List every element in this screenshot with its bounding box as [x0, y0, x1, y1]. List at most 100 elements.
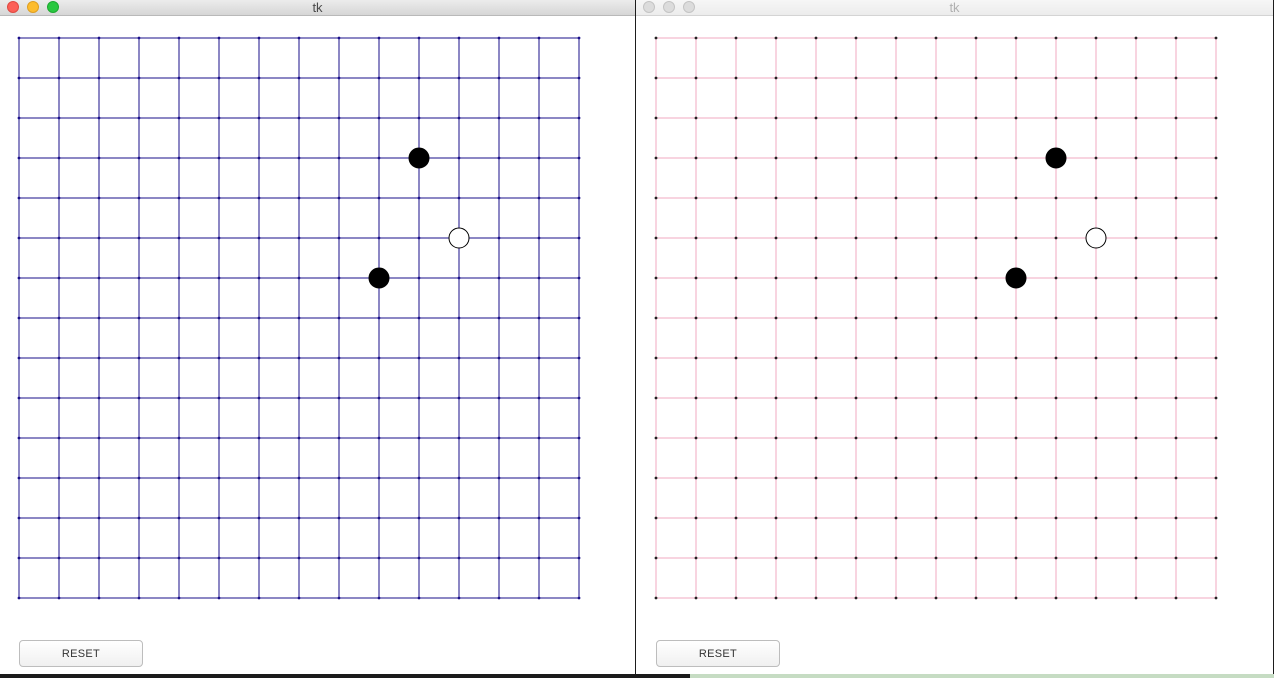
intersection-point[interactable]: [297, 316, 301, 320]
intersection-point[interactable]: [417, 516, 421, 520]
intersection-point[interactable]: [17, 316, 21, 320]
intersection-point[interactable]: [337, 196, 341, 200]
intersection-point[interactable]: [577, 236, 581, 240]
intersection-point[interactable]: [577, 476, 581, 480]
intersection-point[interactable]: [974, 316, 978, 320]
intersection-point[interactable]: [1134, 516, 1138, 520]
intersection-point[interactable]: [257, 116, 261, 120]
intersection-point[interactable]: [934, 476, 938, 480]
intersection-point[interactable]: [1014, 156, 1018, 160]
intersection-point[interactable]: [457, 356, 461, 360]
intersection-point[interactable]: [377, 476, 381, 480]
intersection-point[interactable]: [1134, 116, 1138, 120]
intersection-point[interactable]: [1214, 316, 1218, 320]
intersection-point[interactable]: [457, 396, 461, 400]
intersection-point[interactable]: [894, 196, 898, 200]
intersection-point[interactable]: [457, 76, 461, 80]
intersection-point[interactable]: [1014, 476, 1018, 480]
intersection-point[interactable]: [1174, 396, 1178, 400]
intersection-point[interactable]: [974, 436, 978, 440]
intersection-point[interactable]: [457, 316, 461, 320]
intersection-point[interactable]: [734, 596, 738, 600]
intersection-point[interactable]: [577, 156, 581, 160]
intersection-point[interactable]: [654, 316, 658, 320]
intersection-point[interactable]: [137, 316, 141, 320]
intersection-point[interactable]: [654, 36, 658, 40]
intersection-point[interactable]: [537, 596, 541, 600]
intersection-point[interactable]: [377, 116, 381, 120]
intersection-point[interactable]: [497, 476, 501, 480]
intersection-point[interactable]: [774, 236, 778, 240]
intersection-point[interactable]: [894, 396, 898, 400]
intersection-point[interactable]: [457, 596, 461, 600]
intersection-point[interactable]: [1174, 476, 1178, 480]
intersection-point[interactable]: [97, 276, 101, 280]
intersection-point[interactable]: [97, 356, 101, 360]
intersection-point[interactable]: [1134, 236, 1138, 240]
intersection-point[interactable]: [774, 356, 778, 360]
intersection-point[interactable]: [17, 116, 21, 120]
intersection-point[interactable]: [1134, 276, 1138, 280]
intersection-point[interactable]: [177, 596, 181, 600]
intersection-point[interactable]: [734, 356, 738, 360]
intersection-point[interactable]: [17, 236, 21, 240]
intersection-point[interactable]: [694, 556, 698, 560]
intersection-point[interactable]: [1134, 356, 1138, 360]
intersection-point[interactable]: [17, 76, 21, 80]
intersection-point[interactable]: [694, 516, 698, 520]
intersection-point[interactable]: [97, 516, 101, 520]
intersection-point[interactable]: [1174, 116, 1178, 120]
intersection-point[interactable]: [774, 116, 778, 120]
intersection-point[interactable]: [1094, 596, 1098, 600]
intersection-point[interactable]: [774, 316, 778, 320]
intersection-point[interactable]: [894, 316, 898, 320]
intersection-point[interactable]: [1014, 436, 1018, 440]
intersection-point[interactable]: [854, 236, 858, 240]
intersection-point[interactable]: [1094, 516, 1098, 520]
intersection-point[interactable]: [934, 116, 938, 120]
intersection-point[interactable]: [97, 596, 101, 600]
intersection-point[interactable]: [377, 236, 381, 240]
intersection-point[interactable]: [497, 276, 501, 280]
intersection-point[interactable]: [934, 156, 938, 160]
intersection-point[interactable]: [257, 476, 261, 480]
intersection-point[interactable]: [97, 76, 101, 80]
intersection-point[interactable]: [1054, 76, 1058, 80]
intersection-point[interactable]: [694, 76, 698, 80]
intersection-point[interactable]: [1174, 556, 1178, 560]
intersection-point[interactable]: [1094, 76, 1098, 80]
intersection-point[interactable]: [137, 476, 141, 480]
intersection-point[interactable]: [297, 116, 301, 120]
intersection-point[interactable]: [17, 436, 21, 440]
intersection-point[interactable]: [537, 316, 541, 320]
intersection-point[interactable]: [137, 236, 141, 240]
intersection-point[interactable]: [734, 36, 738, 40]
intersection-point[interactable]: [734, 316, 738, 320]
intersection-point[interactable]: [974, 236, 978, 240]
intersection-point[interactable]: [734, 556, 738, 560]
intersection-point[interactable]: [417, 596, 421, 600]
intersection-point[interactable]: [297, 556, 301, 560]
intersection-point[interactable]: [137, 436, 141, 440]
intersection-point[interactable]: [377, 36, 381, 40]
intersection-point[interactable]: [17, 156, 21, 160]
intersection-point[interactable]: [217, 556, 221, 560]
intersection-point[interactable]: [654, 156, 658, 160]
intersection-point[interactable]: [934, 596, 938, 600]
intersection-point[interactable]: [17, 596, 21, 600]
intersection-point[interactable]: [337, 476, 341, 480]
intersection-point[interactable]: [774, 156, 778, 160]
intersection-point[interactable]: [297, 276, 301, 280]
intersection-point[interactable]: [854, 396, 858, 400]
intersection-point[interactable]: [1174, 316, 1178, 320]
intersection-point[interactable]: [774, 436, 778, 440]
intersection-point[interactable]: [257, 556, 261, 560]
intersection-point[interactable]: [1214, 356, 1218, 360]
intersection-point[interactable]: [1134, 156, 1138, 160]
intersection-point[interactable]: [774, 396, 778, 400]
intersection-point[interactable]: [774, 36, 778, 40]
intersection-point[interactable]: [417, 196, 421, 200]
intersection-point[interactable]: [417, 436, 421, 440]
intersection-point[interactable]: [854, 156, 858, 160]
intersection-point[interactable]: [177, 556, 181, 560]
